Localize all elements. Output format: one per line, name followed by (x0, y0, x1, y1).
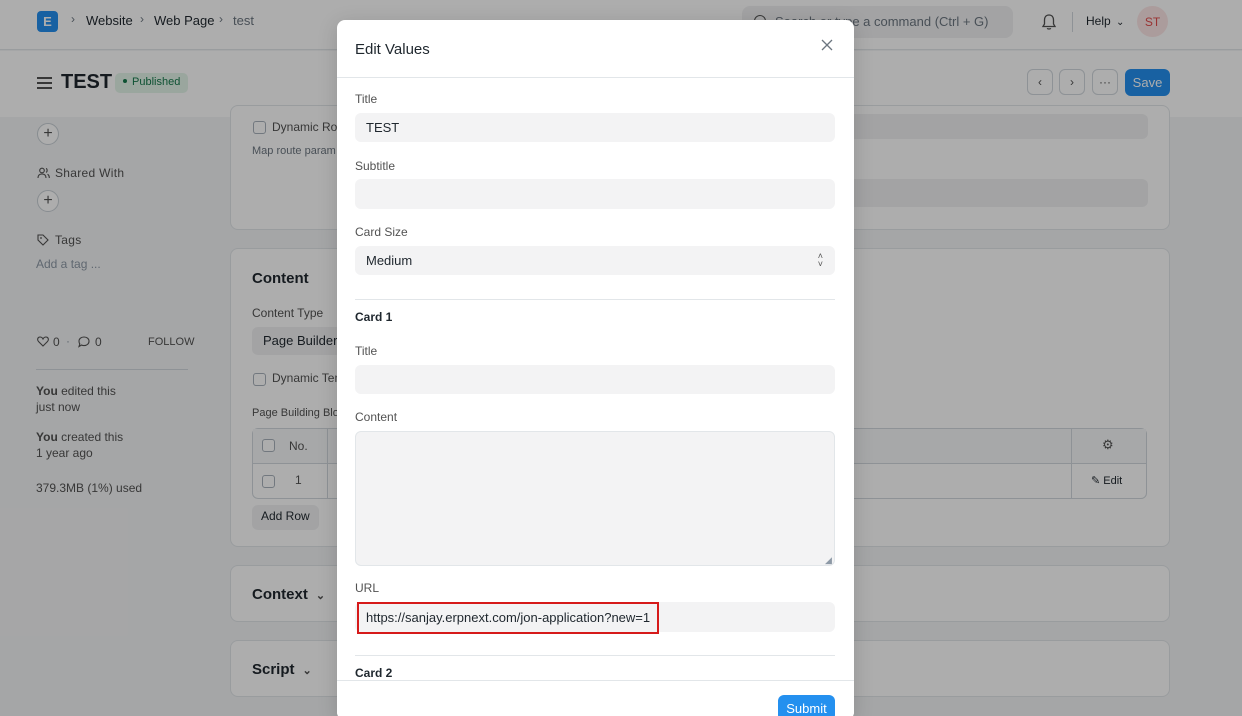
dialog-header-divider (337, 77, 854, 78)
subtitle-field[interactable] (355, 179, 835, 209)
resize-handle-icon[interactable]: ◢ (825, 555, 832, 566)
dialog-title: Edit Values (355, 41, 430, 58)
url-highlight-box (357, 602, 659, 634)
card-size-label: Card Size (355, 225, 408, 239)
edit-values-dialog: Edit Values Title TEST Subtitle Card Siz… (337, 20, 854, 716)
card-1-content-label: Content (355, 410, 398, 424)
close-icon[interactable] (820, 38, 834, 52)
submit-button[interactable]: Submit (778, 695, 835, 716)
card-1-url-label: URL (355, 581, 380, 595)
subtitle-label: Subtitle (355, 159, 396, 173)
card-size-select[interactable]: Medium ˄ ˅ (355, 246, 835, 275)
select-arrows-icon: ˄ ˅ (817, 251, 823, 269)
section-divider (355, 655, 835, 656)
card-2-heading: Card 2 (355, 666, 393, 680)
title-field[interactable]: TEST (355, 113, 835, 142)
card-1-content-textarea[interactable] (355, 431, 835, 566)
card-1-heading: Card 1 (355, 310, 393, 324)
card-1-title-field[interactable] (355, 365, 835, 394)
card-1-title-label: Title (355, 344, 378, 358)
section-divider (355, 299, 835, 300)
card-size-value: Medium (366, 253, 413, 268)
title-label: Title (355, 92, 378, 106)
dialog-footer (337, 680, 854, 716)
